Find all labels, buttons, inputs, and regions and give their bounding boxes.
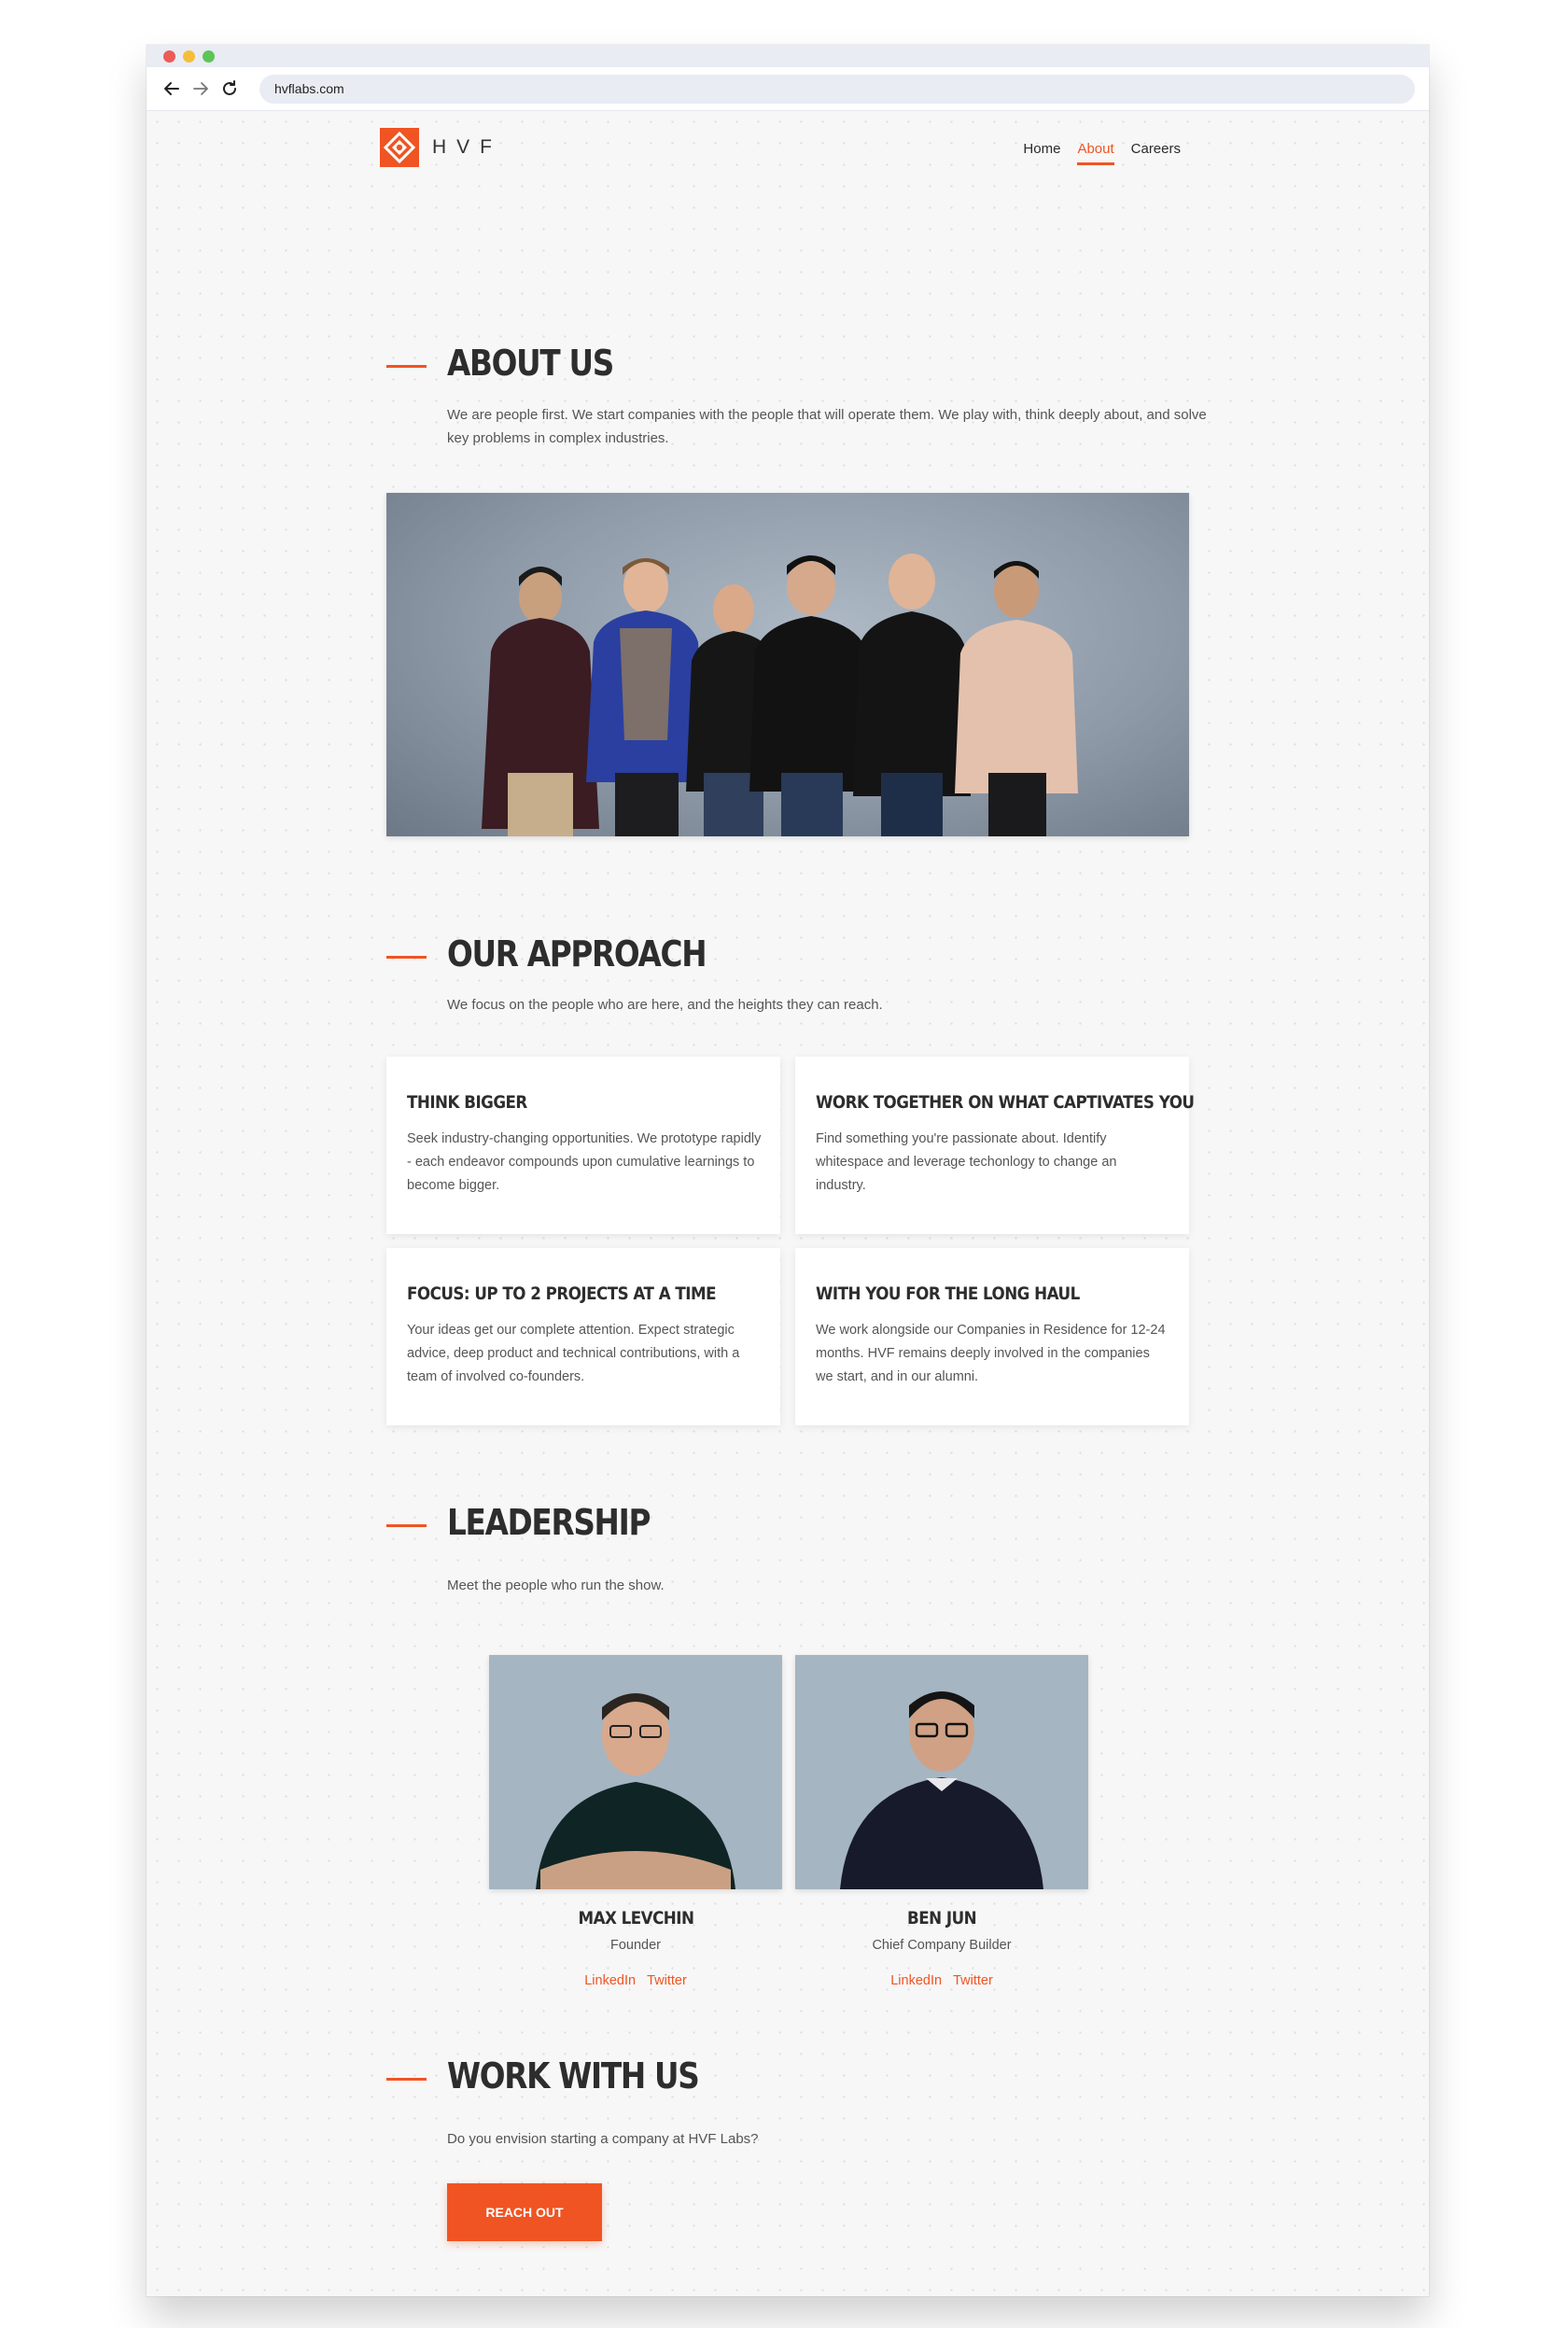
browser-window: hvflabs.com HVF Home About Careers ABOUT… [147,45,1429,2296]
maximize-window-button[interactable] [203,50,215,63]
card-body: Find something you're passionate about. … [816,1131,1117,1193]
site-logo[interactable]: HVF [380,128,502,167]
approach-card: WORK TOGETHER ON WHAT CAPTIVATES YOU Fin… [795,1057,1195,1234]
card-body: We work alongside our Companies in Resid… [816,1323,1166,1384]
card-title: WITH YOU FOR THE LONG HAUL [816,1283,1080,1304]
team-photo [386,493,1189,836]
nav-about[interactable]: About [1077,141,1114,165]
minimize-window-button[interactable] [183,50,195,63]
about-lead: We are people first. We start companies … [447,407,1207,446]
logo-text: HVF [432,136,502,158]
top-navigation: Home About Careers [1023,141,1181,165]
leader-links: LinkedIn Twitter [489,1973,782,1988]
section-dash [386,365,427,368]
card-body: Your ideas get our complete attention. E… [407,1323,740,1384]
approach-card: FOCUS: UP TO 2 PROJECTS AT A TIME Your i… [386,1248,780,1425]
leader-name: MAX LEVCHIN [578,1908,694,1928]
approach-lead: We focus on the people who are here, and… [447,997,883,1013]
close-window-button[interactable] [163,50,175,63]
back-arrow-icon[interactable] [160,77,184,101]
about-title: ABOUT US [447,343,614,384]
section-dash [386,1524,427,1527]
twitter-link[interactable]: Twitter [647,1973,687,1988]
work-title: WORK WITH US [447,2055,700,2097]
address-bar[interactable]: hvflabs.com [259,75,1415,104]
leader-role: Chief Company Builder [872,1938,1012,1953]
section-dash [386,956,427,959]
hvf-logo-icon [380,128,419,167]
card-title: THINK BIGGER [407,1092,527,1113]
browser-titlebar [147,45,1429,67]
linkedin-link[interactable]: LinkedIn [584,1973,636,1988]
leader-name: BEN JUN [906,1908,977,1928]
leader-role: Founder [609,1938,661,1953]
leadership-lead: Meet the people who run the show. [447,1578,665,1593]
approach-card: WITH YOU FOR THE LONG HAUL We work along… [795,1248,1189,1425]
reload-icon[interactable] [217,77,242,101]
leader-card: BEN JUN Chief Company Builder LinkedIn T… [795,1655,1088,1988]
leader-portrait [489,1655,782,1889]
browser-toolbar: hvflabs.com [147,67,1429,111]
leader-portrait [795,1655,1088,1889]
leader-links: LinkedIn Twitter [795,1973,1088,1988]
nav-home[interactable]: Home [1023,141,1060,165]
leadership-title: LEADERSHIP [447,1502,651,1543]
card-title: FOCUS: UP TO 2 PROJECTS AT A TIME [407,1283,717,1304]
page-content: HVF Home About Careers ABOUT US We are p… [147,111,1429,2296]
twitter-link[interactable]: Twitter [953,1973,993,1988]
card-body: Seek industry-changing opportunities. We… [407,1131,762,1193]
approach-title: OUR APPROACH [447,933,707,975]
linkedin-link[interactable]: LinkedIn [890,1973,942,1988]
nav-careers[interactable]: Careers [1131,141,1181,165]
card-title: WORK TOGETHER ON WHAT CAPTIVATES YOU [816,1092,1195,1113]
leader-card: MAX LEVCHIN Founder LinkedIn Twitter [489,1655,782,1988]
approach-card: THINK BIGGER Seek industry-changing oppo… [386,1057,780,1234]
work-lead: Do you envision starting a company at HV… [447,2131,759,2147]
reach-out-button[interactable]: REACH OUT [447,2183,602,2241]
forward-arrow-icon[interactable] [189,77,213,101]
section-dash [386,2078,427,2081]
